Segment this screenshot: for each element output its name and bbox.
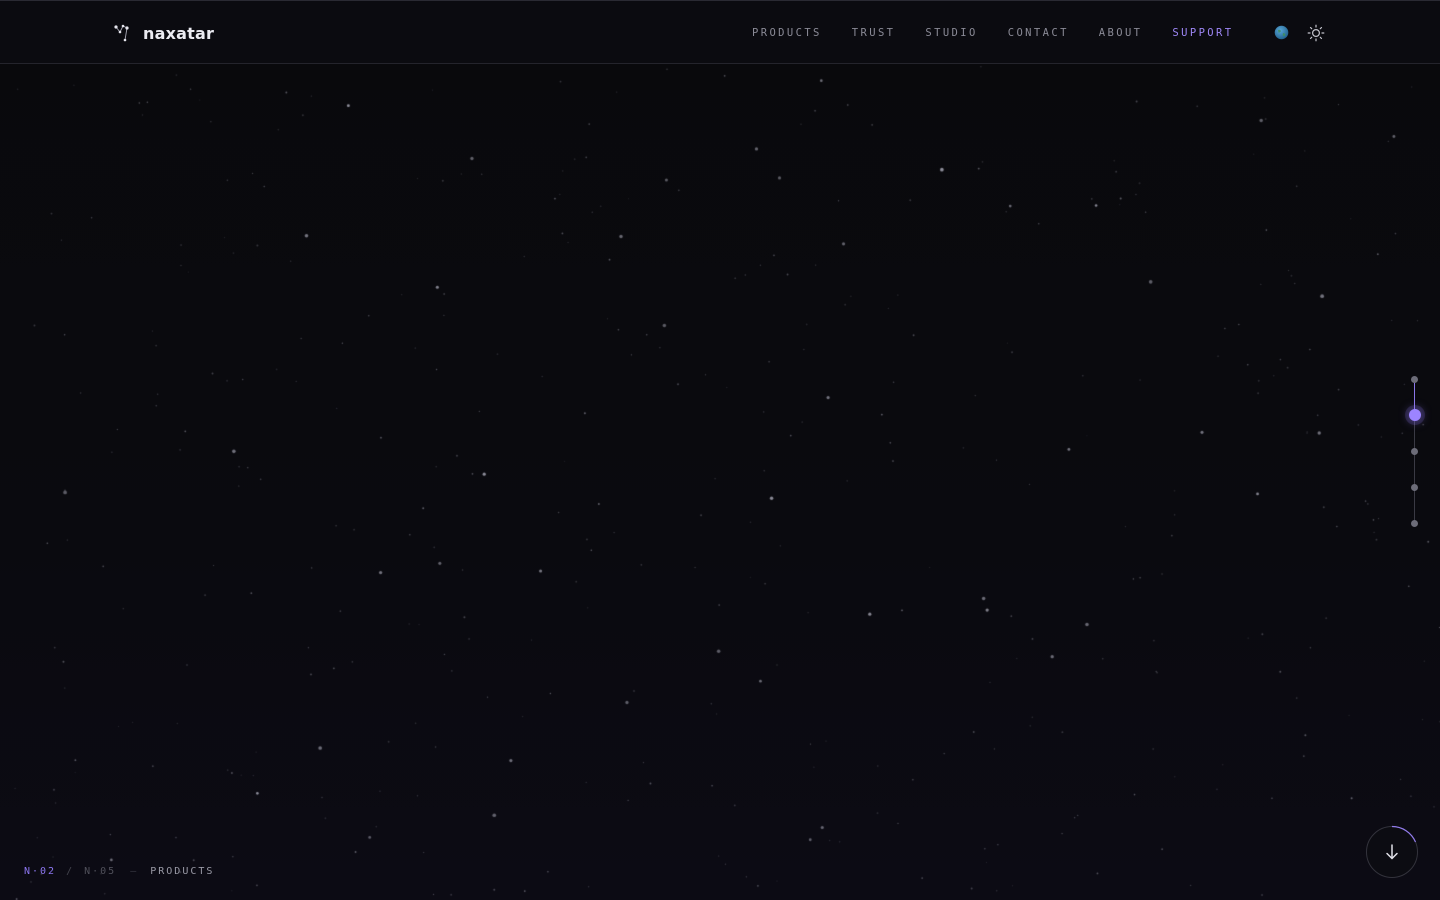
nav-item-support[interactable]: SUPPORT bbox=[1172, 27, 1233, 39]
nav-item-products[interactable]: PRODUCTS bbox=[752, 27, 822, 39]
total-sections-number: N·05 bbox=[84, 866, 117, 877]
section-separator: / bbox=[66, 866, 75, 877]
globe-icon[interactable] bbox=[1274, 25, 1289, 40]
brand-name: naxatar bbox=[143, 23, 215, 43]
section-dot-2-active[interactable] bbox=[1408, 408, 1421, 421]
section-dot-4[interactable] bbox=[1411, 483, 1418, 491]
top-navigation-bar: naxatar PRODUCTS TRUST STUDIO CONTACT AB… bbox=[0, 0, 1440, 64]
section-dot-5[interactable] bbox=[1411, 519, 1418, 527]
nav-item-trust[interactable]: TRUST bbox=[852, 27, 896, 39]
sun-icon[interactable] bbox=[1307, 24, 1325, 42]
nav-item-studio[interactable]: STUDIO bbox=[925, 27, 977, 39]
current-section-number: N·02 bbox=[24, 866, 57, 877]
section-dot-1[interactable] bbox=[1411, 375, 1418, 383]
current-section-name: PRODUCTS bbox=[150, 866, 215, 877]
section-progress-indicator bbox=[1400, 370, 1430, 530]
brand-logo-link[interactable]: naxatar bbox=[113, 21, 214, 45]
starfield-background bbox=[0, 0, 1440, 900]
section-dash: — bbox=[130, 866, 139, 877]
nav-item-about[interactable]: ABOUT bbox=[1099, 27, 1143, 39]
scroll-down-button[interactable] bbox=[1365, 825, 1419, 879]
nav-item-contact[interactable]: CONTACT bbox=[1008, 27, 1069, 39]
section-dot-3[interactable] bbox=[1411, 447, 1418, 455]
constellation-icon bbox=[114, 24, 129, 42]
main-navigation: PRODUCTS TRUST STUDIO CONTACT ABOUT SUPP… bbox=[752, 25, 1233, 41]
section-indicator: N·02 / N·05 — PRODUCTS bbox=[24, 866, 214, 877]
